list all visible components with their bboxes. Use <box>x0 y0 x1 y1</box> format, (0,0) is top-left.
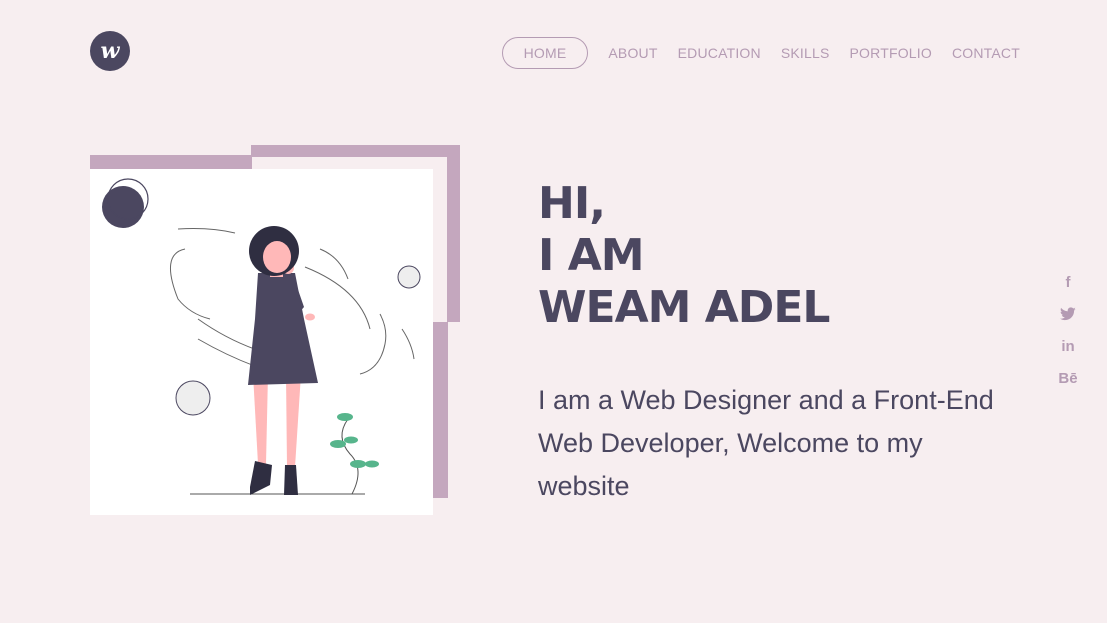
facebook-icon[interactable]: f <box>1066 266 1071 298</box>
figure-shoe <box>250 461 272 495</box>
twitter-icon[interactable] <box>1060 298 1076 330</box>
twitter-bird-glyph <box>1060 307 1076 321</box>
figure-hand <box>305 313 315 321</box>
hero-heading-line: WEAM ADEL <box>538 282 830 333</box>
figure-dress <box>248 273 318 385</box>
hero-heading-line: I AM <box>538 230 645 281</box>
swirl-line <box>177 228 236 234</box>
plant-leaf <box>337 413 353 421</box>
figure-leg <box>253 374 268 464</box>
figure-leg <box>286 374 301 467</box>
frame-decoration <box>447 145 460 322</box>
social-links: f in Bē <box>1056 266 1080 394</box>
figure-shoe <box>284 465 298 495</box>
plant-leaf <box>330 440 346 448</box>
hero-heading-line: HI, <box>538 178 606 229</box>
plant-leaf <box>344 436 358 444</box>
main-nav: HOME ABOUT EDUCATION SKILLS PORTFOLIO CO… <box>501 37 1020 69</box>
hero-description: I am a Web Designer and a Front-End Web … <box>538 385 994 501</box>
nav-skills[interactable]: SKILLS <box>781 45 830 61</box>
woman-thinking-illustration <box>102 178 421 495</box>
swirl-line <box>359 313 387 375</box>
frame-decoration <box>90 155 252 169</box>
bubble-shape <box>175 380 211 416</box>
logo[interactable]: w <box>90 31 130 71</box>
plant-leaf <box>365 460 379 468</box>
planet-shape <box>102 186 144 228</box>
plant-leaf <box>350 460 366 468</box>
nav-education[interactable]: EDUCATION <box>678 45 761 61</box>
swirl-line <box>304 266 371 330</box>
plant-stem <box>341 418 359 495</box>
bubble-shape <box>397 265 421 289</box>
frame-decoration <box>433 322 448 498</box>
hero-heading: HI, I AM WEAM ADEL <box>538 178 830 334</box>
swirl-line <box>319 248 349 280</box>
linkedin-icon[interactable]: in <box>1061 330 1074 362</box>
nav-portfolio[interactable]: PORTFOLIO <box>850 45 932 61</box>
nav-home[interactable]: HOME <box>501 37 589 69</box>
behance-icon[interactable]: Bē <box>1058 362 1077 394</box>
swirl-line <box>401 328 415 360</box>
frame-decoration <box>251 145 460 157</box>
nav-about[interactable]: ABOUT <box>608 45 657 61</box>
figure-face <box>263 241 291 273</box>
page: w HOME ABOUT EDUCATION SKILLS PORTFOLIO … <box>0 0 1107 623</box>
logo-letter: w <box>100 38 120 64</box>
swirl-line <box>169 248 211 320</box>
hero-illustration <box>90 169 433 515</box>
nav-contact[interactable]: CONTACT <box>952 45 1020 61</box>
